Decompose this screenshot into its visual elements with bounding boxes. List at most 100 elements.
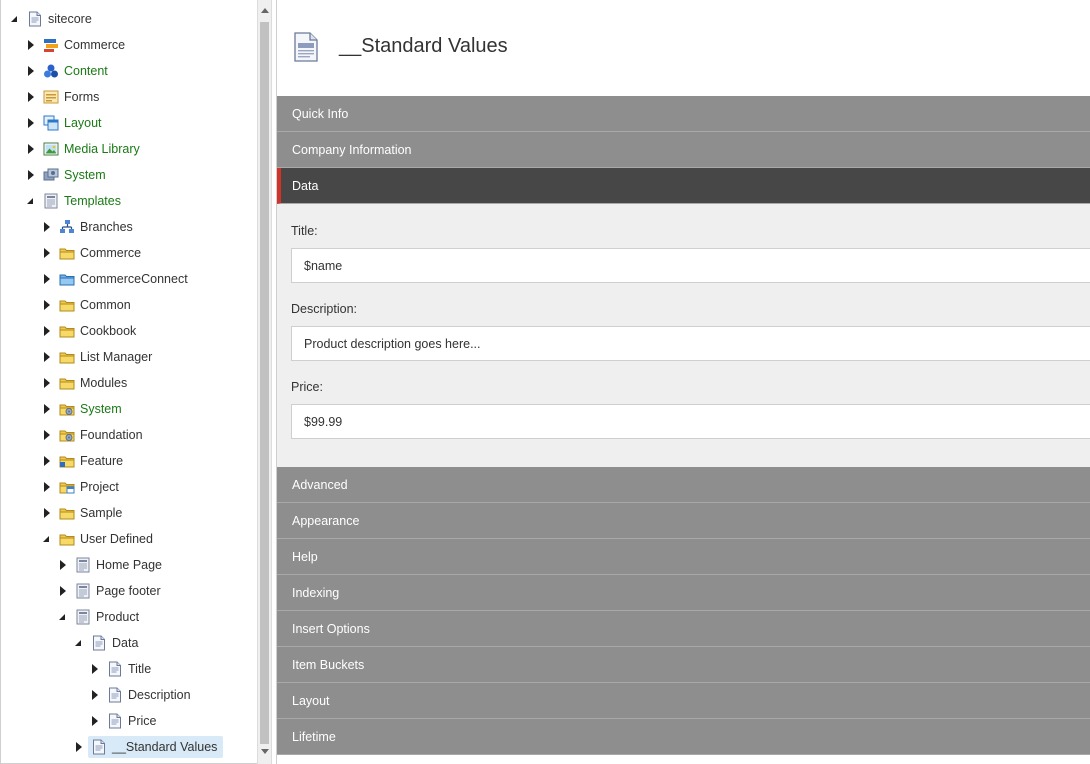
tree-node[interactable]: Home Page (72, 554, 168, 576)
expand-arrow-icon[interactable] (42, 222, 52, 232)
tree-node[interactable]: System (40, 164, 112, 186)
forms-icon (43, 89, 59, 105)
expand-arrow-icon[interactable] (58, 586, 68, 596)
tree-node[interactable]: Foundation (56, 424, 149, 446)
expand-arrow-icon[interactable] (58, 560, 68, 570)
tree-node[interactable]: Title (104, 658, 157, 680)
tree-node[interactable]: Media Library (40, 138, 146, 160)
template-icon (43, 193, 59, 209)
tree-item-label: Layout (64, 116, 102, 130)
tree-node[interactable]: Cookbook (56, 320, 142, 342)
section-quick-info[interactable]: Quick Info (277, 96, 1090, 132)
section-layout[interactable]: Layout (277, 683, 1090, 719)
expand-arrow-icon[interactable] (42, 456, 52, 466)
tree-node[interactable]: CommerceConnect (56, 268, 194, 290)
tree-item: Feature (1, 448, 257, 474)
expand-arrow-icon[interactable] (42, 378, 52, 388)
tree-item-label: Modules (80, 376, 128, 390)
title-field[interactable] (291, 248, 1090, 283)
description-field[interactable] (291, 326, 1090, 361)
document-icon (294, 32, 318, 62)
scroll-down-button[interactable] (258, 743, 271, 760)
scroll-thumb[interactable] (260, 22, 269, 744)
expand-arrow-icon[interactable] (90, 716, 100, 726)
expand-arrow-icon[interactable] (90, 690, 100, 700)
system-icon (43, 167, 59, 183)
tree-item-label: Content (64, 64, 108, 78)
expand-arrow-icon[interactable] (26, 92, 36, 102)
collapse-arrow-icon[interactable] (26, 196, 36, 206)
tree-item-label: Data (112, 636, 139, 650)
folder-icon (59, 297, 75, 313)
tree-node[interactable]: sitecore (24, 8, 98, 30)
tree-node[interactable]: __Standard Values (88, 736, 224, 758)
scroll-up-button[interactable] (258, 2, 271, 19)
data-section-body: Title: Description: Price: (277, 204, 1090, 467)
tree-item-label: Templates (64, 194, 121, 208)
item-editor-pane: __Standard Values Quick Info Company Inf… (276, 0, 1090, 764)
media-library-icon (43, 141, 59, 157)
section-lifetime[interactable]: Lifetime (277, 719, 1090, 755)
expand-arrow-icon[interactable] (42, 482, 52, 492)
tree-node[interactable]: Layout (40, 112, 108, 134)
tree-item-label: System (64, 168, 106, 182)
expand-arrow-icon[interactable] (42, 508, 52, 518)
expand-arrow-icon[interactable] (42, 248, 52, 258)
section-company-information[interactable]: Company Information (277, 132, 1090, 168)
tree-node[interactable]: Product (72, 606, 145, 628)
collapse-arrow-icon[interactable] (58, 612, 68, 622)
tree-node[interactable]: Commerce (56, 242, 147, 264)
price-field[interactable] (291, 404, 1090, 439)
tree-node[interactable]: User Defined (56, 528, 159, 550)
document-icon (27, 11, 43, 27)
expand-arrow-icon[interactable] (74, 742, 84, 752)
tree-item: Home Page (1, 552, 257, 578)
expand-arrow-icon[interactable] (42, 274, 52, 284)
tree-node[interactable]: Project (56, 476, 125, 498)
tree-node[interactable]: Price (104, 710, 162, 732)
tree-node[interactable]: List Manager (56, 346, 158, 368)
tree-item-label: List Manager (80, 350, 153, 364)
expand-arrow-icon[interactable] (26, 170, 36, 180)
expand-arrow-icon[interactable] (42, 430, 52, 440)
section-help[interactable]: Help (277, 539, 1090, 575)
tree-node[interactable]: Commerce (40, 34, 131, 56)
tree-node[interactable]: Data (88, 632, 144, 654)
tree-node[interactable]: System (56, 398, 128, 420)
tree-node[interactable]: Feature (56, 450, 129, 472)
tree-node[interactable]: Page footer (72, 580, 167, 602)
system-folder-icon (59, 427, 75, 443)
expand-arrow-icon[interactable] (26, 66, 36, 76)
expand-arrow-icon[interactable] (42, 326, 52, 336)
tree-node[interactable]: Forms (40, 86, 105, 108)
collapse-arrow-icon[interactable] (10, 14, 20, 24)
tree-node[interactable]: Common (56, 294, 137, 316)
tree-scrollbar[interactable] (257, 0, 272, 764)
expand-arrow-icon[interactable] (26, 118, 36, 128)
tree-item: Price (1, 708, 257, 734)
collapse-arrow-icon[interactable] (74, 638, 84, 648)
tree-item-label: Price (128, 714, 157, 728)
expand-arrow-icon[interactable] (42, 300, 52, 310)
tree-node[interactable]: Modules (56, 372, 133, 394)
section-indexing[interactable]: Indexing (277, 575, 1090, 611)
expand-arrow-icon[interactable] (26, 144, 36, 154)
tree-item: Modules (1, 370, 257, 396)
tree-node[interactable]: Description (104, 684, 197, 706)
tree-node[interactable]: Content (40, 60, 114, 82)
section-appearance[interactable]: Appearance (277, 503, 1090, 539)
tree-node[interactable]: Branches (56, 216, 139, 238)
collapse-arrow-icon[interactable] (42, 534, 52, 544)
expand-arrow-icon[interactable] (42, 404, 52, 414)
section-insert-options[interactable]: Insert Options (277, 611, 1090, 647)
tree-node[interactable]: Templates (40, 190, 127, 212)
expand-arrow-icon[interactable] (42, 352, 52, 362)
tree-node[interactable]: Sample (56, 502, 128, 524)
section-item-buckets[interactable]: Item Buckets (277, 647, 1090, 683)
section-advanced[interactable]: Advanced (277, 467, 1090, 503)
section-data[interactable]: Data (277, 168, 1090, 204)
expand-arrow-icon[interactable] (26, 40, 36, 50)
tree-item: Title (1, 656, 257, 682)
expand-arrow-icon[interactable] (90, 664, 100, 674)
tree-item: Description (1, 682, 257, 708)
